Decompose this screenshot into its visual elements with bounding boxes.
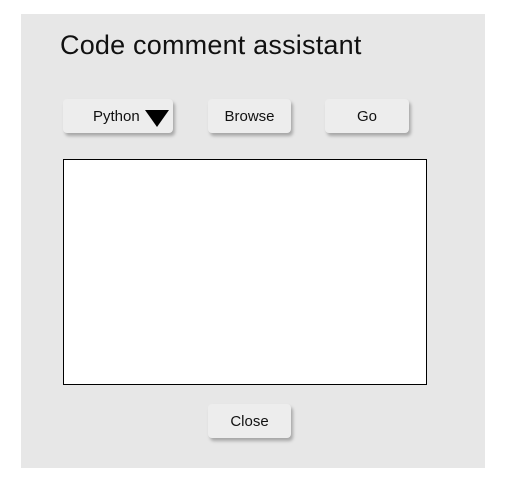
language-select-label: Python	[93, 107, 140, 125]
dropdown-triangle-icon[interactable]	[145, 110, 169, 127]
main-window: Code comment assistant Python Browse Go …	[21, 14, 485, 468]
close-button[interactable]: Close	[208, 404, 291, 438]
window-title: Code comment assistant	[60, 30, 362, 60]
code-text-area[interactable]	[63, 159, 427, 385]
close-button-label: Close	[230, 412, 269, 430]
go-button[interactable]: Go	[325, 99, 409, 133]
browse-button-label: Browse	[224, 107, 275, 125]
language-select[interactable]: Python	[63, 99, 173, 133]
go-button-label: Go	[356, 107, 377, 125]
browse-button[interactable]: Browse	[208, 99, 291, 133]
